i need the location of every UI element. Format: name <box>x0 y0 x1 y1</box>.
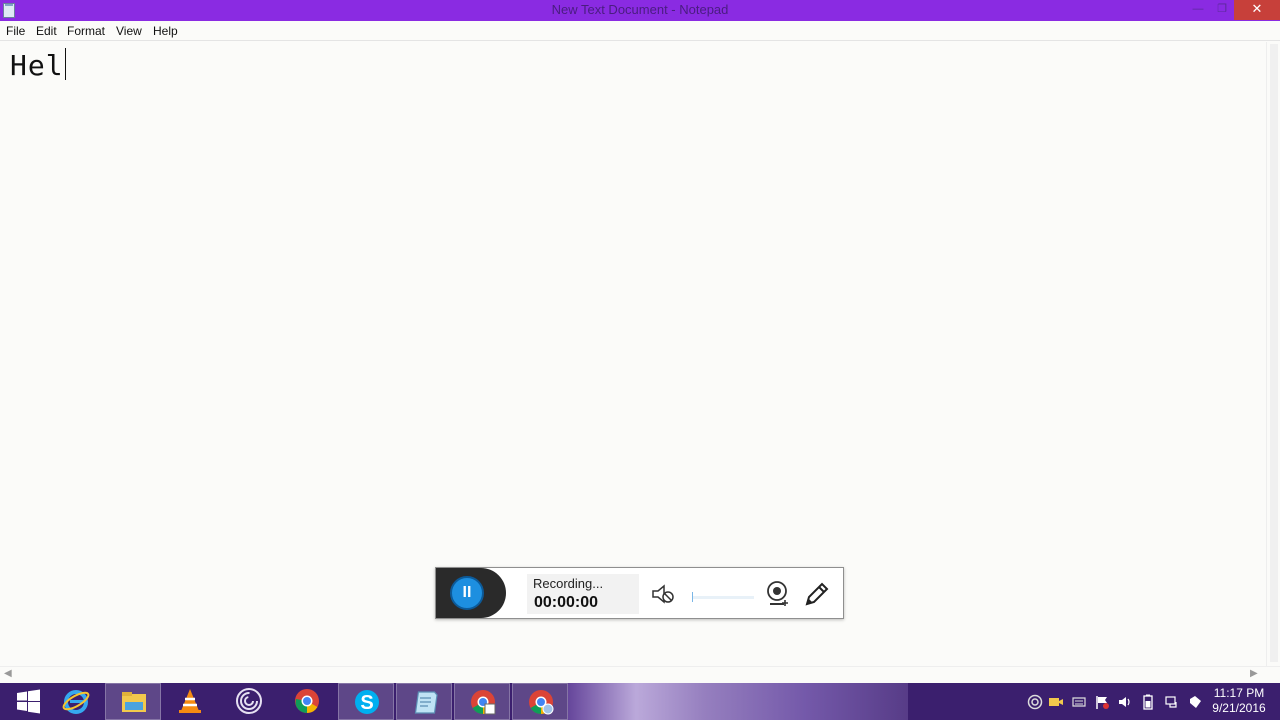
circle-c-icon <box>236 688 262 714</box>
battery-tray-icon[interactable] <box>1140 694 1156 710</box>
skype-icon: S <box>355 690 379 714</box>
minimize-button[interactable]: — <box>1186 0 1210 20</box>
camera-tray-icon[interactable] <box>1048 694 1064 710</box>
scrollbar-thumb[interactable] <box>1270 44 1278 662</box>
speaker-tray-icon[interactable] <box>1117 694 1133 710</box>
screen-recorder-toolbar: II Recording... 00:00:00 <box>435 567 844 619</box>
close-button[interactable]: ✕ <box>1234 0 1280 20</box>
menu-format[interactable]: Format <box>67 24 105 38</box>
keyboard-tray-icon[interactable] <box>1071 694 1087 710</box>
pen-icon[interactable] <box>803 580 829 608</box>
taskbar-file-explorer[interactable] <box>105 683 161 720</box>
flag-tray-icon[interactable] <box>1094 694 1110 710</box>
menu-help[interactable]: Help <box>153 24 178 38</box>
ie-icon <box>62 690 90 714</box>
taskbar-vlc[interactable] <box>162 683 218 720</box>
horizontal-scrollbar[interactable]: ◀ ▶ <box>0 666 1280 683</box>
text-caret <box>64 48 66 80</box>
volume-slider[interactable] <box>692 592 754 602</box>
menu-file[interactable]: File <box>6 24 25 38</box>
taskbar-internet-explorer[interactable] <box>48 683 104 720</box>
restore-button[interactable]: ❐ <box>1210 0 1234 20</box>
vlc-cone-icon <box>179 689 201 713</box>
system-tray <box>1024 683 1204 720</box>
vertical-scrollbar[interactable] <box>1266 42 1280 666</box>
recorder-control-panel: II <box>436 568 506 618</box>
menu-edit[interactable]: Edit <box>36 24 57 38</box>
chrome-icon <box>529 690 554 715</box>
taskbar-chrome-window-1[interactable] <box>454 683 510 720</box>
folder-icon <box>122 692 146 712</box>
svg-text:S: S <box>360 692 373 714</box>
system-clock[interactable]: 11:17 PM 9/21/2016 <box>1202 686 1276 716</box>
volume-level <box>692 592 693 602</box>
editor-text[interactable]: Hel <box>10 48 66 82</box>
taskbar-notepad[interactable] <box>396 683 452 720</box>
taskbar-chrome[interactable] <box>279 683 335 720</box>
chrome-icon <box>295 689 319 713</box>
title-bar: New Text Document - Notepad — ❐ ✕ <box>0 0 1280 21</box>
recording-timer: 00:00:00 <box>534 594 599 611</box>
pause-button[interactable]: II <box>450 576 484 610</box>
scroll-right-icon[interactable]: ▶ <box>1250 668 1258 679</box>
scroll-left-icon[interactable]: ◀ <box>4 668 12 679</box>
menu-view[interactable]: View <box>116 24 142 38</box>
app-c-tray-icon[interactable] <box>1027 694 1043 710</box>
editor-content: Hel <box>10 49 64 82</box>
menu-bar: File Edit Format View Help <box>0 21 1280 41</box>
taskbar-app-c[interactable] <box>221 683 277 720</box>
network-tray-icon[interactable] <box>1164 694 1180 710</box>
taskbar: S 11:17 PM 9/21/2016 <box>0 683 1280 720</box>
taskbar-chrome-window-2[interactable] <box>512 683 568 720</box>
taskbar-skype[interactable]: S <box>338 683 394 720</box>
recording-label: Recording... <box>533 576 604 591</box>
windows-logo-icon <box>17 689 40 714</box>
chrome-icon <box>471 690 496 715</box>
webcam-add-icon[interactable] <box>765 580 791 608</box>
window-title: New Text Document - Notepad <box>551 2 729 17</box>
clock-time: 11:17 PM <box>1213 686 1265 700</box>
recording-status: Recording... 00:00:00 <box>527 574 639 614</box>
notes-tray-icon[interactable] <box>1187 694 1203 710</box>
wallpaper-strip <box>568 683 908 720</box>
mic-muted-icon[interactable] <box>650 582 676 606</box>
clock-date: 9/21/2016 <box>1212 701 1266 715</box>
notepad-icon <box>414 691 438 714</box>
